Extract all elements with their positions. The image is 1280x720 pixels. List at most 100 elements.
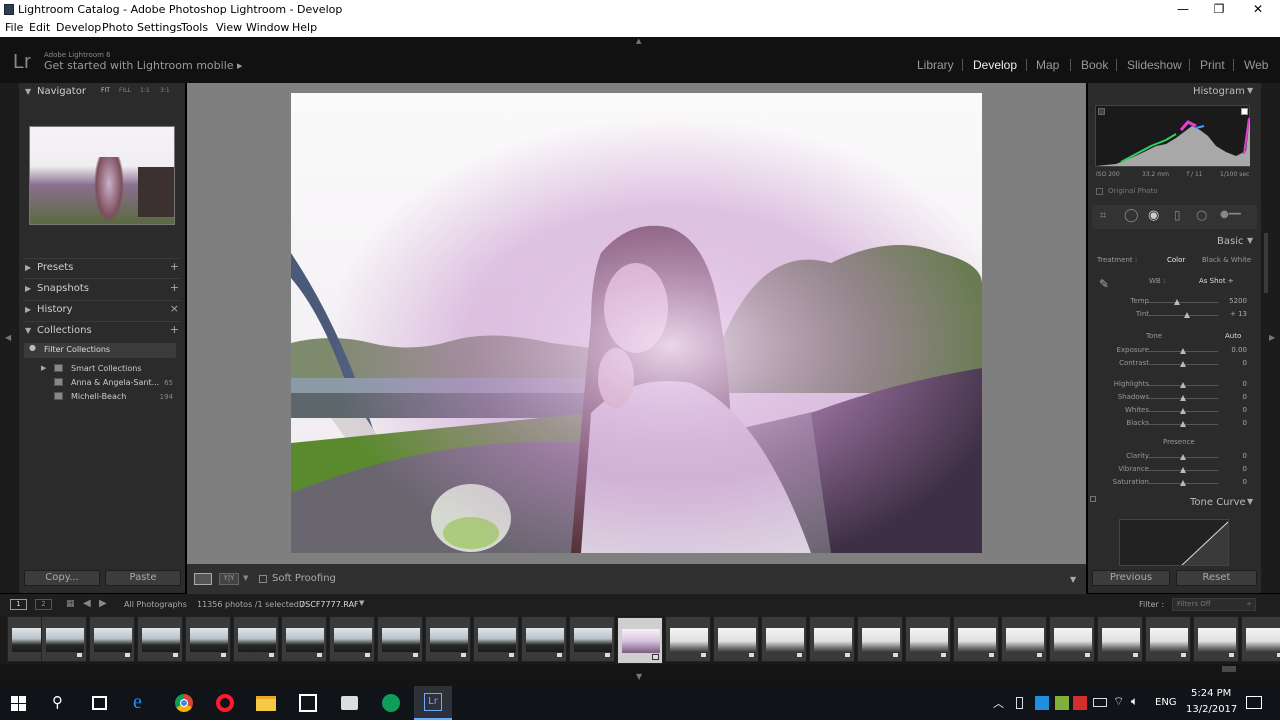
show-hidden-icons[interactable]: ︿: [993, 695, 1004, 711]
collections-header[interactable]: ▼ Collections +: [19, 321, 185, 341]
notification-icon[interactable]: [1246, 696, 1262, 709]
filmstrip-thumbnail[interactable]: [329, 616, 375, 662]
filmstrip-thumbnail[interactable]: [617, 617, 663, 664]
filmstrip-thumbnail[interactable]: [425, 616, 471, 662]
zoom-1-1[interactable]: 1:1: [140, 87, 150, 94]
menu-view[interactable]: View: [216, 21, 242, 34]
shadow-clip-indicator[interactable]: [1098, 108, 1105, 115]
filmstrip-thumbnail[interactable]: [761, 616, 807, 662]
module-map[interactable]: Map: [1036, 58, 1059, 72]
slider-highlights[interactable]: Highlights 0: [1088, 379, 1261, 391]
slider-knob[interactable]: [1180, 395, 1186, 401]
treatment-color[interactable]: Color: [1167, 256, 1185, 264]
tray-app-icon[interactable]: [1035, 696, 1049, 710]
chrome-icon[interactable]: [175, 694, 193, 712]
slider-exposure[interactable]: Exposure 0.00: [1088, 345, 1261, 357]
menu-develop[interactable]: Develop: [56, 21, 101, 34]
mobile-link[interactable]: Get started with Lightroom mobile ▸: [44, 59, 243, 72]
slider-knob[interactable]: [1174, 299, 1181, 305]
add-preset-button[interactable]: +: [170, 260, 179, 273]
slider-blacks[interactable]: Blacks 0: [1088, 418, 1261, 430]
filmstrip-thumbnail[interactable]: [89, 616, 135, 662]
battery-icon[interactable]: [1093, 698, 1107, 707]
presets-header[interactable]: ▶ Presets +: [19, 258, 185, 278]
forward-arrow-icon[interactable]: ▶: [99, 598, 107, 609]
module-library[interactable]: Library: [917, 58, 954, 72]
paste-settings-button[interactable]: Paste: [105, 570, 181, 586]
tone-curve-graph[interactable]: [1119, 519, 1229, 566]
filmstrip-thumbnail[interactable]: [953, 616, 999, 662]
add-snapshot-button[interactable]: +: [170, 281, 179, 294]
add-collection-button[interactable]: +: [170, 323, 179, 336]
main-window-button[interactable]: 1: [10, 599, 27, 610]
filmstrip-thumbnail[interactable]: [809, 616, 855, 662]
menu-file[interactable]: File: [5, 21, 23, 34]
soft-proofing-checkbox[interactable]: [259, 575, 267, 583]
lightroom-taskbar-button[interactable]: Lr: [414, 686, 452, 720]
module-book[interactable]: Book: [1081, 58, 1108, 72]
slider-saturation[interactable]: Saturation 0: [1088, 477, 1261, 489]
volume-icon[interactable]: 🔈︎: [1131, 694, 1138, 709]
filmstrip-thumbnail[interactable]: [41, 616, 87, 662]
menu-tools[interactable]: Tools: [181, 21, 208, 34]
slider-knob[interactable]: [1180, 408, 1186, 414]
slider-temp[interactable]: Temp 5200: [1088, 296, 1261, 308]
wifi-icon[interactable]: ⌔: [1113, 694, 1124, 709]
task-view-icon[interactable]: [92, 696, 107, 710]
module-slideshow[interactable]: Slideshow: [1127, 58, 1182, 72]
slider-value[interactable]: 0: [1243, 465, 1247, 473]
history-header[interactable]: ▶ History ×: [19, 300, 185, 320]
slider-track[interactable]: [1148, 302, 1218, 303]
filmstrip-thumbnail[interactable]: [569, 616, 615, 662]
slider-value[interactable]: 5200: [1229, 297, 1247, 305]
edge-icon[interactable]: e: [133, 691, 142, 714]
slider-value[interactable]: 0: [1243, 452, 1247, 460]
opera-icon[interactable]: [216, 694, 234, 712]
filmstrip-thumbnail[interactable]: [1241, 616, 1280, 662]
collapse-top-icon[interactable]: ▲: [636, 37, 641, 45]
filmstrip-thumbnail[interactable]: [281, 616, 327, 662]
collapse-right-icon[interactable]: ▶: [1269, 333, 1275, 342]
treatment-bw[interactable]: Black & White: [1202, 256, 1251, 264]
filter-select[interactable]: Filters Off ÷: [1172, 598, 1256, 611]
slider-shadows[interactable]: Shadows 0: [1088, 392, 1261, 404]
clear-history-button[interactable]: ×: [170, 302, 179, 315]
before-after-icon[interactable]: Y|Y: [219, 573, 239, 585]
collapse-bottom-icon[interactable]: ▼: [636, 672, 642, 681]
slider-knob[interactable]: [1180, 382, 1186, 388]
filter-collections-input[interactable]: ● Filter Collections: [24, 343, 176, 358]
zoom-fill[interactable]: FILL: [119, 87, 131, 94]
slider-knob[interactable]: [1180, 480, 1186, 486]
filmstrip-thumbnail[interactable]: [1049, 616, 1095, 662]
file-explorer-icon[interactable]: [256, 696, 276, 711]
filmstrip-thumbnail[interactable]: [713, 616, 759, 662]
collection-item[interactable]: Anna & Angela-Sant... 65: [19, 377, 185, 389]
file-name[interactable]: DSCF7777.RAF: [299, 600, 359, 609]
filmstrip-thumbnail[interactable]: [857, 616, 903, 662]
expand-icon[interactable]: ▼: [1247, 236, 1253, 245]
source-label[interactable]: All Photographs: [124, 600, 187, 609]
slider-value[interactable]: 0: [1243, 419, 1247, 427]
tone-curve-toggle[interactable]: [1090, 496, 1096, 502]
back-arrow-icon[interactable]: ◀: [83, 598, 91, 609]
loupe-view-icon[interactable]: [194, 573, 212, 585]
slider-value[interactable]: 0.00: [1231, 346, 1247, 354]
windows-start-icon[interactable]: [11, 696, 27, 712]
filmstrip-thumbnail[interactable]: [233, 616, 279, 662]
module-develop[interactable]: Develop: [973, 58, 1017, 72]
previous-button[interactable]: Previous: [1092, 570, 1170, 586]
slider-value[interactable]: 0: [1243, 406, 1247, 414]
tray-nvidia-icon[interactable]: [1055, 696, 1069, 710]
red-eye-icon[interactable]: ◉: [1148, 208, 1159, 223]
zoom-fit[interactable]: FIT: [101, 87, 110, 94]
graduated-filter-icon[interactable]: ▯: [1174, 208, 1181, 222]
navigator-preview[interactable]: [29, 126, 175, 225]
slider-tint[interactable]: Tint + 13: [1088, 309, 1261, 321]
filmstrip-thumbnail[interactable]: [1145, 616, 1191, 662]
reset-button[interactable]: Reset: [1176, 570, 1257, 586]
panel-scrollbar[interactable]: [1264, 233, 1268, 293]
snapshots-header[interactable]: ▶ Snapshots +: [19, 279, 185, 299]
filmstrip-thumbnail[interactable]: [185, 616, 231, 662]
auto-tone-button[interactable]: Auto: [1225, 332, 1241, 340]
hangouts-icon[interactable]: [382, 694, 400, 712]
